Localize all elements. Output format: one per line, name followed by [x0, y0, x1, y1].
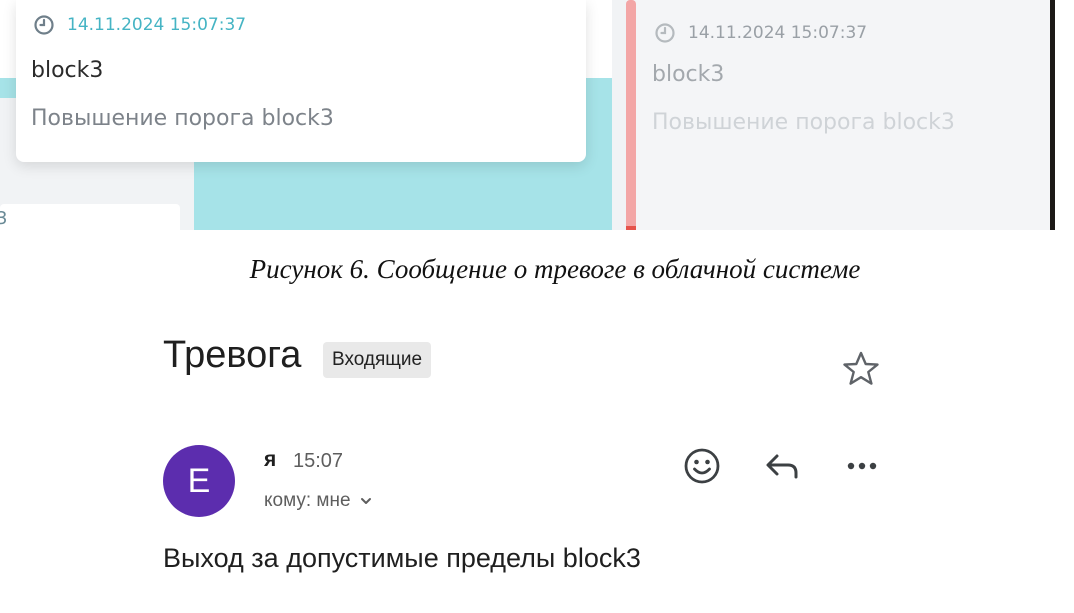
- more-icon[interactable]: [842, 446, 882, 486]
- alert-popup[interactable]: 14.11.2024 15:07:37 block3 Повышение пор…: [16, 0, 586, 162]
- clock-icon: [655, 23, 675, 43]
- avatar[interactable]: E: [163, 445, 235, 517]
- emoji-icon[interactable]: [682, 446, 722, 486]
- screenshot-edge-stripe: [1050, 0, 1055, 230]
- alert-timestamp-text: 14.11.2024 15:07:37: [688, 23, 868, 43]
- alert-severity-bar: [626, 0, 636, 230]
- popup-timestamp: 14.11.2024 15:07:37: [33, 14, 246, 36]
- cloud-partial-card-text: 3: [0, 208, 8, 229]
- chevron-down-icon: [360, 498, 371, 504]
- alert-severity-marker: [626, 226, 636, 230]
- cloud-screenshot: 3 14.11.2024 15:07:37 block3 Повышение п…: [0, 0, 1050, 230]
- email-body: Выход за допустимые пределы block3: [163, 543, 641, 573]
- clock-icon: [34, 15, 54, 35]
- recipient-text: кому: мне: [264, 490, 351, 511]
- popup-title: block3: [31, 58, 104, 83]
- screenshot-edge: [1050, 0, 1074, 230]
- star-icon[interactable]: [842, 350, 880, 388]
- alert-title: block3: [652, 62, 725, 87]
- sender-name[interactable]: я: [264, 448, 276, 472]
- message-time: 15:07: [293, 450, 344, 472]
- alert-timestamp: 14.11.2024 15:07:37: [654, 22, 867, 44]
- popup-timestamp-text: 14.11.2024 15:07:37: [67, 15, 247, 35]
- popup-description: Повышение порога block3: [31, 106, 334, 131]
- figure-caption: Рисунок 6. Сообщение о тревоге в облачно…: [249, 254, 861, 284]
- alert-description: Повышение порога block3: [652, 110, 955, 135]
- email-subject: Тревога: [163, 334, 302, 376]
- recipient-details[interactable]: кому: мне: [264, 490, 373, 512]
- reply-icon[interactable]: [762, 446, 802, 486]
- cloud-partial-card: [0, 204, 180, 230]
- alert-list-item[interactable]: 14.11.2024 15:07:37 block3 Повышение пор…: [626, 0, 1050, 230]
- inbox-label-chip[interactable]: Входящие: [323, 342, 432, 378]
